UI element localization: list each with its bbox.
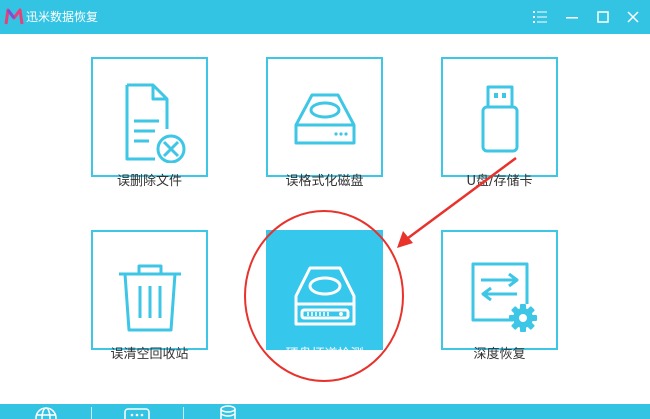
tile-label: 深度恢复 [473, 347, 526, 362]
minimize-icon [566, 17, 578, 19]
tile-label: 误清空回收站 [110, 347, 189, 362]
chat-icon[interactable] [124, 407, 150, 419]
database-icon[interactable] [219, 405, 237, 419]
tile-label: 误删除文件 [116, 174, 182, 189]
bottom-toolbar [0, 404, 650, 419]
close-button[interactable] [621, 5, 645, 29]
tile-deep-recovery[interactable]: 深度恢复 [441, 230, 558, 362]
tile-deleted-file[interactable]: 误删除文件 [91, 57, 208, 189]
deleted-file-icon [125, 83, 186, 163]
tile-label: 硬盘坏道检测 [285, 347, 364, 362]
toolbar-divider [91, 407, 92, 419]
menu-button[interactable] [528, 5, 552, 29]
maximize-button[interactable] [591, 5, 615, 29]
close-icon [627, 11, 639, 23]
maximize-icon [597, 11, 609, 23]
tile-disk-check[interactable]: 硬盘坏道检测 [266, 230, 383, 362]
toolbar-divider [183, 407, 184, 419]
usb-drive-icon [481, 85, 519, 153]
recycle-bin-icon [119, 264, 181, 332]
arrowhead [397, 231, 413, 248]
hard-drive-icon [294, 93, 356, 145]
deep-recovery-icon [471, 262, 537, 332]
minimize-button[interactable] [560, 5, 584, 29]
title-bar: 迅米数据恢复 [0, 0, 650, 34]
globe-icon[interactable] [34, 406, 58, 419]
tile-label: U盘/存储卡 [466, 174, 533, 189]
app-title: 迅米数据恢复 [26, 10, 99, 24]
disk-scan-icon [294, 266, 356, 326]
tile-formatted-disk[interactable]: 误格式化磁盘 [266, 57, 383, 189]
app-logo-icon [4, 8, 24, 25]
tile-label: 误格式化磁盘 [285, 174, 364, 189]
menu-icon [533, 11, 547, 23]
tile-recycle-bin[interactable]: 误清空回收站 [91, 230, 208, 362]
tile-usb-card[interactable]: U盘/存储卡 [441, 57, 558, 189]
